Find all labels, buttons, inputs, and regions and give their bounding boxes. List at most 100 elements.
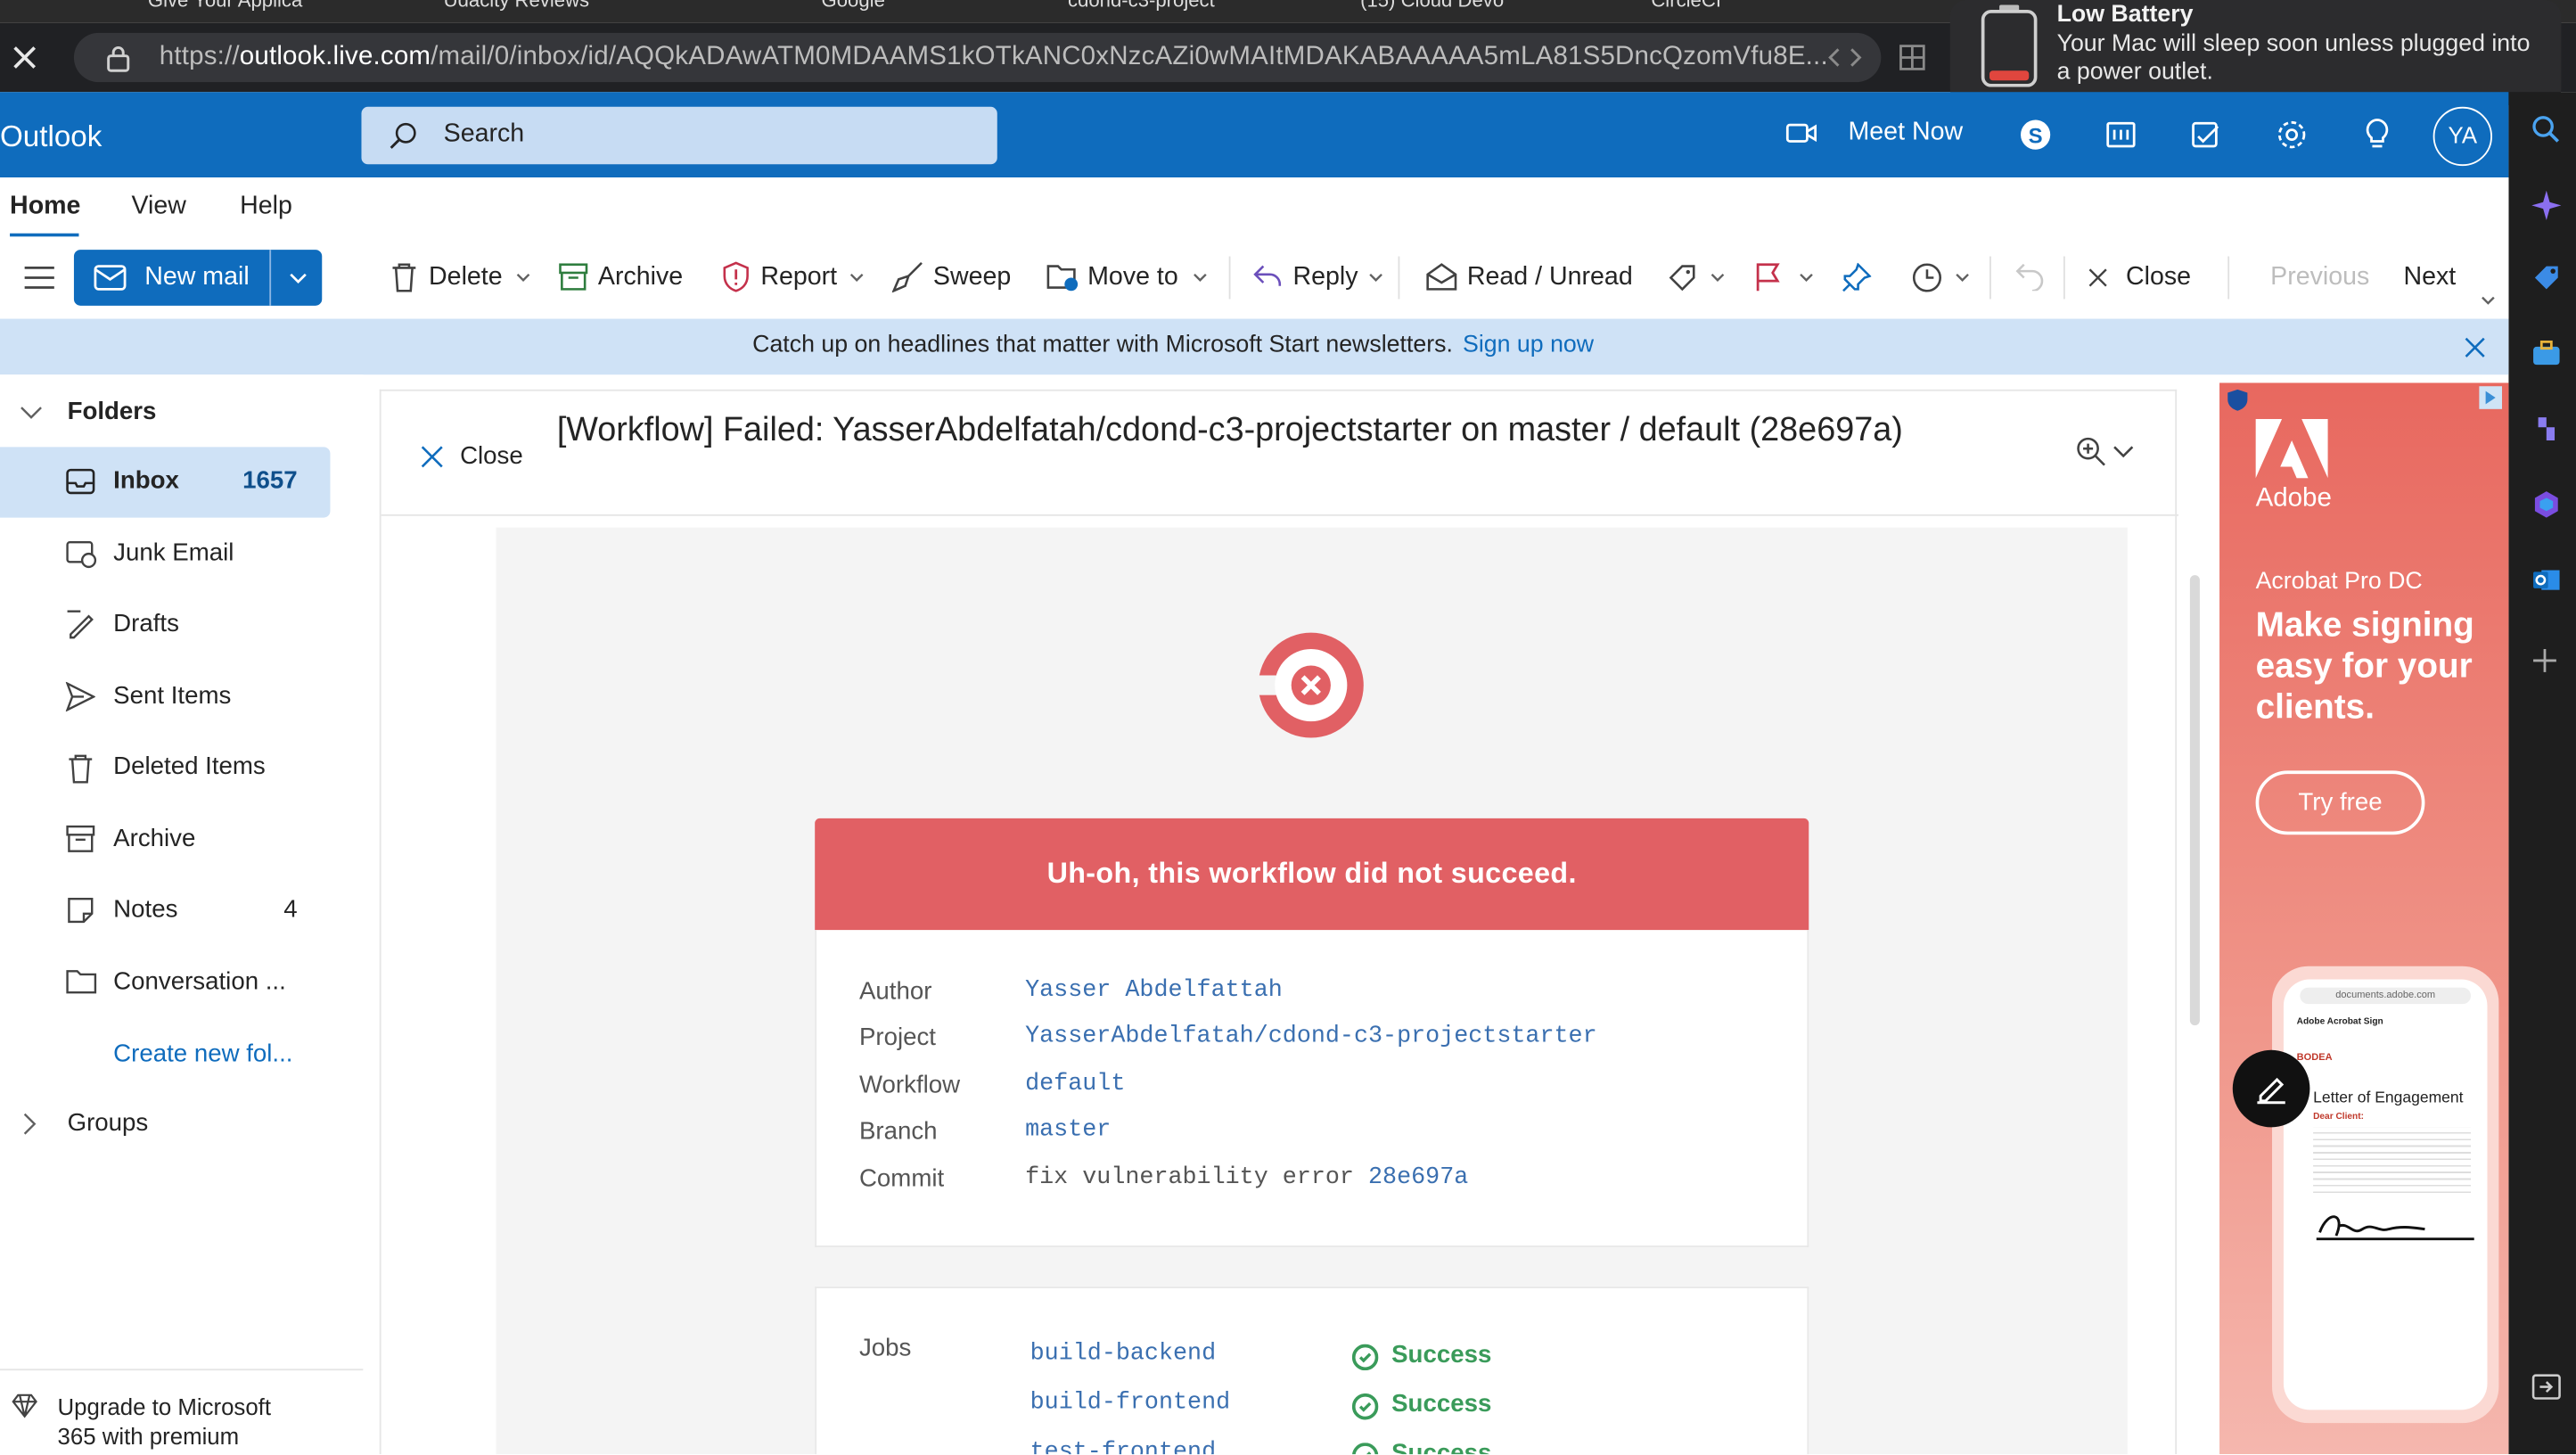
folder-notes[interactable]: Notes 4 <box>0 875 330 946</box>
branch-link[interactable]: master <box>1025 1117 1111 1143</box>
folder-drafts[interactable]: Drafts <box>0 590 330 661</box>
jobs-label: Jobs <box>858 1334 912 1362</box>
chevron-down-icon[interactable] <box>2112 445 2134 458</box>
adobe-ad[interactable]: Adobe Acrobat Pro DC Make signing easy f… <box>2219 382 2509 1455</box>
avatar[interactable]: YA <box>2432 106 2492 167</box>
search-icon[interactable] <box>2531 115 2561 144</box>
reading-pane-scrollbar[interactable] <box>2189 575 2200 1026</box>
lock-icon <box>107 45 130 72</box>
tab-view[interactable]: View <box>131 193 185 222</box>
folders-header[interactable]: Folders <box>20 398 156 425</box>
project-link[interactable]: YasserAbdelfatah/cdond-c3-projectstarter <box>1025 1023 1597 1049</box>
shopping-tag-icon[interactable] <box>2531 263 2561 292</box>
folder-label: Conversation ... <box>113 967 286 996</box>
my-day-icon[interactable] <box>2190 119 2223 152</box>
folder-label: Archive <box>113 825 196 853</box>
copilot-sparkle-icon[interactable] <box>2531 190 2562 220</box>
move-to-button[interactable]: Move to <box>1087 263 1178 292</box>
folder-inbox[interactable]: Inbox 1657 <box>0 447 331 518</box>
commit-hash-link[interactable]: 28e697a <box>1368 1165 1468 1191</box>
ad-phone-mockup: documents.adobe.com Adobe Acrobat Sign B… <box>2272 966 2499 1424</box>
note-icon <box>68 897 94 924</box>
sidebar-collapse-icon[interactable] <box>2531 1374 2561 1400</box>
close-message-button[interactable]: Close <box>421 442 523 470</box>
close-button[interactable]: Close <box>2126 263 2191 292</box>
folder-archive[interactable]: Archive <box>0 805 330 875</box>
outlook-icon[interactable] <box>2531 565 2561 595</box>
folder-sent[interactable]: Sent Items <box>0 662 330 733</box>
reply-button[interactable]: Reply <box>1293 263 1358 292</box>
folder-label: Sent Items <box>113 681 232 711</box>
meet-now-button[interactable]: Meet Now <box>1785 119 1963 148</box>
url-field[interactable]: https://outlook.live.com/mail/0/inbox/id… <box>73 32 1882 83</box>
tab-label: CircleCI <box>1651 0 1721 12</box>
tab-help[interactable]: Help <box>240 193 292 222</box>
tab-home[interactable]: Home <box>10 193 80 222</box>
previous-button[interactable]: Previous <box>2270 263 2369 292</box>
low-battery-notification[interactable]: Low Battery Your Mac will sleep soon unl… <box>1949 0 2562 105</box>
sign-pen-button[interactable] <box>2232 1049 2310 1128</box>
skype-icon[interactable]: S <box>2019 119 2052 152</box>
read-unread-button[interactable]: Read / Unread <box>1467 263 1633 292</box>
browser-tab[interactable]: CircleCI <box>1651 0 1766 23</box>
lightbulb-icon[interactable] <box>2361 117 2394 153</box>
chevron-down-icon[interactable] <box>1710 273 1726 283</box>
browser-tab[interactable]: (15) Cloud Devo <box>1360 0 1541 23</box>
close-tab-icon[interactable] <box>10 43 39 72</box>
upgrade-premium-link[interactable]: Upgrade to Microsoft 365 with premium <box>0 1369 364 1454</box>
sign-up-link[interactable]: Sign up now <box>1463 332 1594 358</box>
workflow-link[interactable]: default <box>1025 1072 1125 1097</box>
chevron-down-icon[interactable] <box>1368 273 1383 283</box>
browser-tab[interactable]: Udacity Reviews <box>444 0 690 23</box>
browser-tab[interactable]: Google <box>822 0 970 23</box>
workflow-details-card: Author Yasser Abdelfattah Project Yasser… <box>815 930 1809 1247</box>
try-free-button[interactable]: Try free <box>2255 770 2425 835</box>
microsoft-365-icon[interactable] <box>2531 489 2561 519</box>
job-name-link[interactable]: build-backend <box>1030 1341 1217 1367</box>
report-button[interactable]: Report <box>760 263 837 292</box>
app-brand[interactable]: Outlook <box>0 120 102 155</box>
flag-icon[interactable] <box>1754 263 1780 292</box>
archive-button[interactable]: Archive <box>598 263 683 292</box>
chevron-down-icon[interactable] <box>1799 273 1814 283</box>
folder-conversation-history[interactable]: Conversation ... <box>0 948 330 1018</box>
chevron-down-icon[interactable] <box>2481 296 2496 306</box>
new-mail-button[interactable]: New mail <box>73 250 323 306</box>
games-icon[interactable] <box>2531 414 2561 443</box>
browser-tab[interactable]: cdond-c3-project <box>1068 0 1265 23</box>
tools-briefcase-icon[interactable] <box>2531 339 2561 368</box>
search-box[interactable]: Search <box>361 106 997 165</box>
job-name-link[interactable]: build-frontend <box>1030 1390 1231 1416</box>
delete-button[interactable]: Delete <box>429 263 503 292</box>
next-button[interactable]: Next <box>2403 263 2456 292</box>
jobs-card: Jobs build-backend Success build-fronten… <box>815 1286 1809 1455</box>
zoom-icon[interactable] <box>2075 435 2108 468</box>
folder-junk[interactable]: Junk Email <box>0 519 330 589</box>
chevron-down-icon[interactable] <box>1193 273 1208 283</box>
undo-icon[interactable] <box>2015 263 2045 292</box>
browser-tab[interactable]: Give Your Applica <box>148 0 394 23</box>
settings-gear-icon[interactable] <box>2276 119 2309 152</box>
groups-header[interactable]: Groups <box>23 1109 148 1137</box>
chevron-down-icon[interactable] <box>289 273 307 284</box>
sweep-button[interactable]: Sweep <box>933 263 1011 292</box>
office-apps-icon[interactable] <box>2104 119 2137 152</box>
hamburger-menu-icon[interactable] <box>23 265 56 291</box>
archive-box-icon <box>559 263 588 291</box>
pin-icon[interactable] <box>1842 262 1872 292</box>
job-name-link[interactable]: test-frontend <box>1030 1440 1217 1455</box>
code-icon[interactable] <box>1827 43 1864 72</box>
close-icon[interactable] <box>2465 337 2486 358</box>
chevron-down-icon[interactable] <box>849 273 865 283</box>
extensions-icon[interactable] <box>1898 43 1927 72</box>
chevron-down-icon[interactable] <box>516 273 531 283</box>
tag-icon[interactable] <box>1668 263 1697 292</box>
snooze-clock-icon[interactable] <box>1912 263 1942 292</box>
add-plus-icon[interactable] <box>2531 647 2557 673</box>
toolbar-divider <box>2227 256 2230 300</box>
ad-choices-icon[interactable] <box>2479 386 2503 409</box>
author-link[interactable]: Yasser Abdelfattah <box>1025 978 1283 1004</box>
folder-deleted[interactable]: Deleted Items <box>0 733 330 803</box>
create-new-folder-link[interactable]: Create new fol... <box>113 1040 292 1068</box>
chevron-down-icon[interactable] <box>1955 273 1970 283</box>
